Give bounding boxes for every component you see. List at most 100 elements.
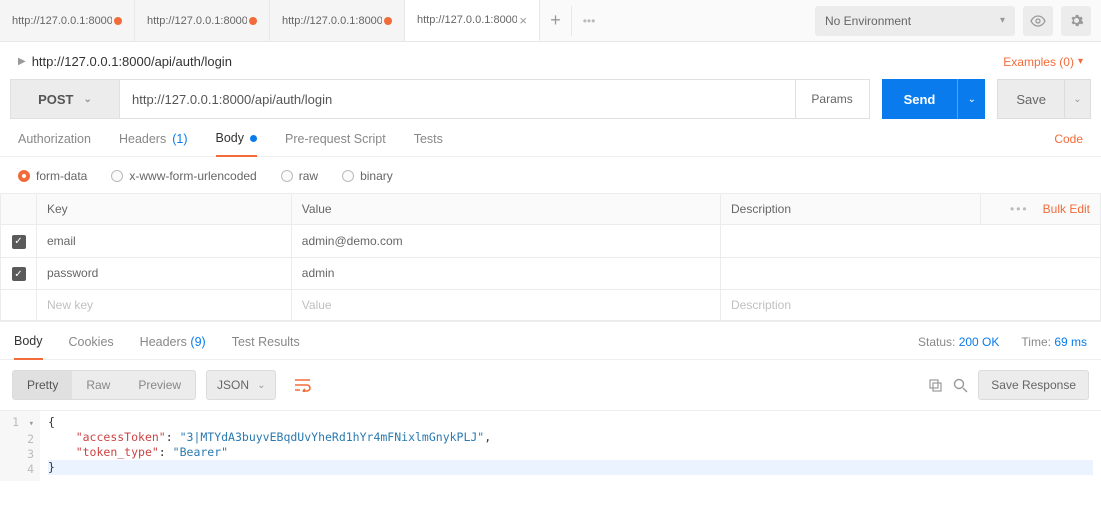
request-tabs: Authorization Headers (1) Body Pre-reque… [0,119,1101,157]
url-input[interactable] [120,79,796,119]
time-label: Time: [1021,335,1051,349]
request-tab-active[interactable]: http://127.0.0.1:8000/ × [405,0,540,41]
method-label: POST [38,92,73,107]
actions-header: ••• Bulk Edit [981,194,1101,225]
tab-headers-count: (1) [172,132,187,146]
key-cell[interactable]: password [37,257,292,290]
time-value: 69 ms [1054,335,1087,349]
dirty-dot-icon [114,17,122,25]
tab-body[interactable]: Body [216,131,258,157]
params-button[interactable]: Params [796,79,870,119]
description-header: Description [721,194,981,225]
url-bar: POST ⌄ Params Send ⌄ Save ⌄ [0,79,1101,119]
value-header: Value [291,194,720,225]
search-icon[interactable] [953,378,968,393]
radio-label: binary [360,169,393,183]
dirty-dot-icon [384,17,392,25]
checkbox-icon[interactable]: ✓ [12,235,26,249]
examples-label: Examples (0) [1003,55,1074,69]
tab-title: http://127.0.0.1:8000/ [282,15,382,27]
radio-form-data[interactable]: form-data [18,169,87,183]
send-button[interactable]: Send ⌄ [882,79,986,119]
request-tab[interactable]: http://127.0.0.1:8000/ [135,0,270,41]
request-title-row: ▶ http://127.0.0.1:8000/api/auth/login E… [0,42,1101,79]
request-tab[interactable]: http://127.0.0.1:8000/ [270,0,405,41]
key-placeholder[interactable]: New key [37,290,292,321]
value-cell[interactable]: admin [291,257,720,290]
radio-xform[interactable]: x-www-form-urlencoded [111,169,256,183]
code-link[interactable]: Code [1054,132,1083,156]
checkbox-header [1,194,37,225]
tab-bar: http://127.0.0.1:8000/ http://127.0.0.1:… [0,0,1101,42]
bulk-edit-link[interactable]: Bulk Edit [1043,202,1090,216]
tab-title: http://127.0.0.1:8000/ [12,15,112,27]
tab-body-label: Body [216,131,245,145]
view-raw[interactable]: Raw [72,371,124,399]
value-cell[interactable]: admin@demo.com [291,225,720,258]
body-active-dot-icon [250,135,257,142]
radio-binary[interactable]: binary [342,169,393,183]
environment-label: No Environment [825,14,911,28]
resp-tab-headers[interactable]: Headers (9) [140,335,206,359]
status-value: 200 OK [959,335,1000,349]
radio-icon [18,170,30,182]
radio-icon [111,170,123,182]
tab-headers-label: Headers [119,132,166,146]
more-columns-icon[interactable]: ••• [1010,202,1029,216]
method-select[interactable]: POST ⌄ [10,79,120,119]
quick-look-icon[interactable] [1023,6,1053,36]
form-data-table: Key Value Description ••• Bulk Edit ✓ em… [0,193,1101,321]
new-tab-button[interactable]: + [540,6,572,36]
description-cell[interactable] [721,257,1101,290]
wrap-toggle-icon[interactable] [286,370,320,400]
caret-down-icon: ▾ [1078,56,1083,67]
tab-title: http://127.0.0.1:8000/ [417,14,517,26]
format-select[interactable]: JSON ⌄ [206,370,276,400]
examples-dropdown[interactable]: Examples (0) ▾ [1003,55,1083,69]
resp-tab-tests[interactable]: Test Results [232,335,300,359]
send-label: Send [882,92,958,107]
table-row[interactable]: ✓ password admin [1,257,1101,290]
resp-tab-cookies[interactable]: Cookies [69,335,114,359]
response-body[interactable]: 1 ▾234 { "accessToken": "3|MTYdA3buyvEBq… [0,410,1101,481]
tab-title: http://127.0.0.1:8000/ [147,15,247,27]
code-content[interactable]: { "accessToken": "3|MTYdA3buyvEBqdUvYheR… [40,411,1101,481]
description-cell[interactable] [721,225,1101,258]
caret-right-icon[interactable]: ▶ [18,56,26,67]
tab-authorization[interactable]: Authorization [18,132,91,156]
view-pretty[interactable]: Pretty [13,371,72,399]
view-preview[interactable]: Preview [124,371,195,399]
radio-raw[interactable]: raw [281,169,318,183]
line-gutter: 1 ▾234 [0,411,40,481]
checkbox-icon[interactable]: ✓ [12,267,26,281]
close-icon[interactable]: × [519,13,527,28]
chevron-down-icon: ⌄ [84,94,92,105]
tab-prerequest[interactable]: Pre-request Script [285,132,386,156]
key-header: Key [37,194,292,225]
environment-select[interactable]: No Environment ▾ [815,6,1015,36]
resp-tab-body[interactable]: Body [14,334,43,360]
table-row-placeholder[interactable]: New key Value Description [1,290,1101,321]
save-dropdown[interactable]: ⌄ [1064,79,1090,119]
chevron-down-icon: ⌄ [257,380,265,391]
body-type-selector: form-data x-www-form-urlencoded raw bina… [0,157,1101,193]
send-dropdown[interactable]: ⌄ [957,79,985,119]
save-label: Save [998,92,1064,107]
status-label: Status: [918,335,955,349]
table-row[interactable]: ✓ email admin@demo.com [1,225,1101,258]
copy-icon[interactable] [928,378,943,393]
save-button[interactable]: Save ⌄ [997,79,1091,119]
description-placeholder[interactable]: Description [721,290,1101,321]
request-tab[interactable]: http://127.0.0.1:8000/ [0,0,135,41]
radio-label: form-data [36,169,87,183]
save-response-button[interactable]: Save Response [978,370,1089,400]
value-placeholder[interactable]: Value [291,290,720,321]
more-tabs-button[interactable]: ••• [572,6,606,36]
tab-headers[interactable]: Headers (1) [119,132,188,156]
gear-icon[interactable] [1061,6,1091,36]
radio-label: raw [299,169,318,183]
chevron-down-icon: ⌄ [1073,94,1081,105]
request-title: http://127.0.0.1:8000/api/auth/login [32,54,232,69]
tab-tests[interactable]: Tests [414,132,443,156]
key-cell[interactable]: email [37,225,292,258]
